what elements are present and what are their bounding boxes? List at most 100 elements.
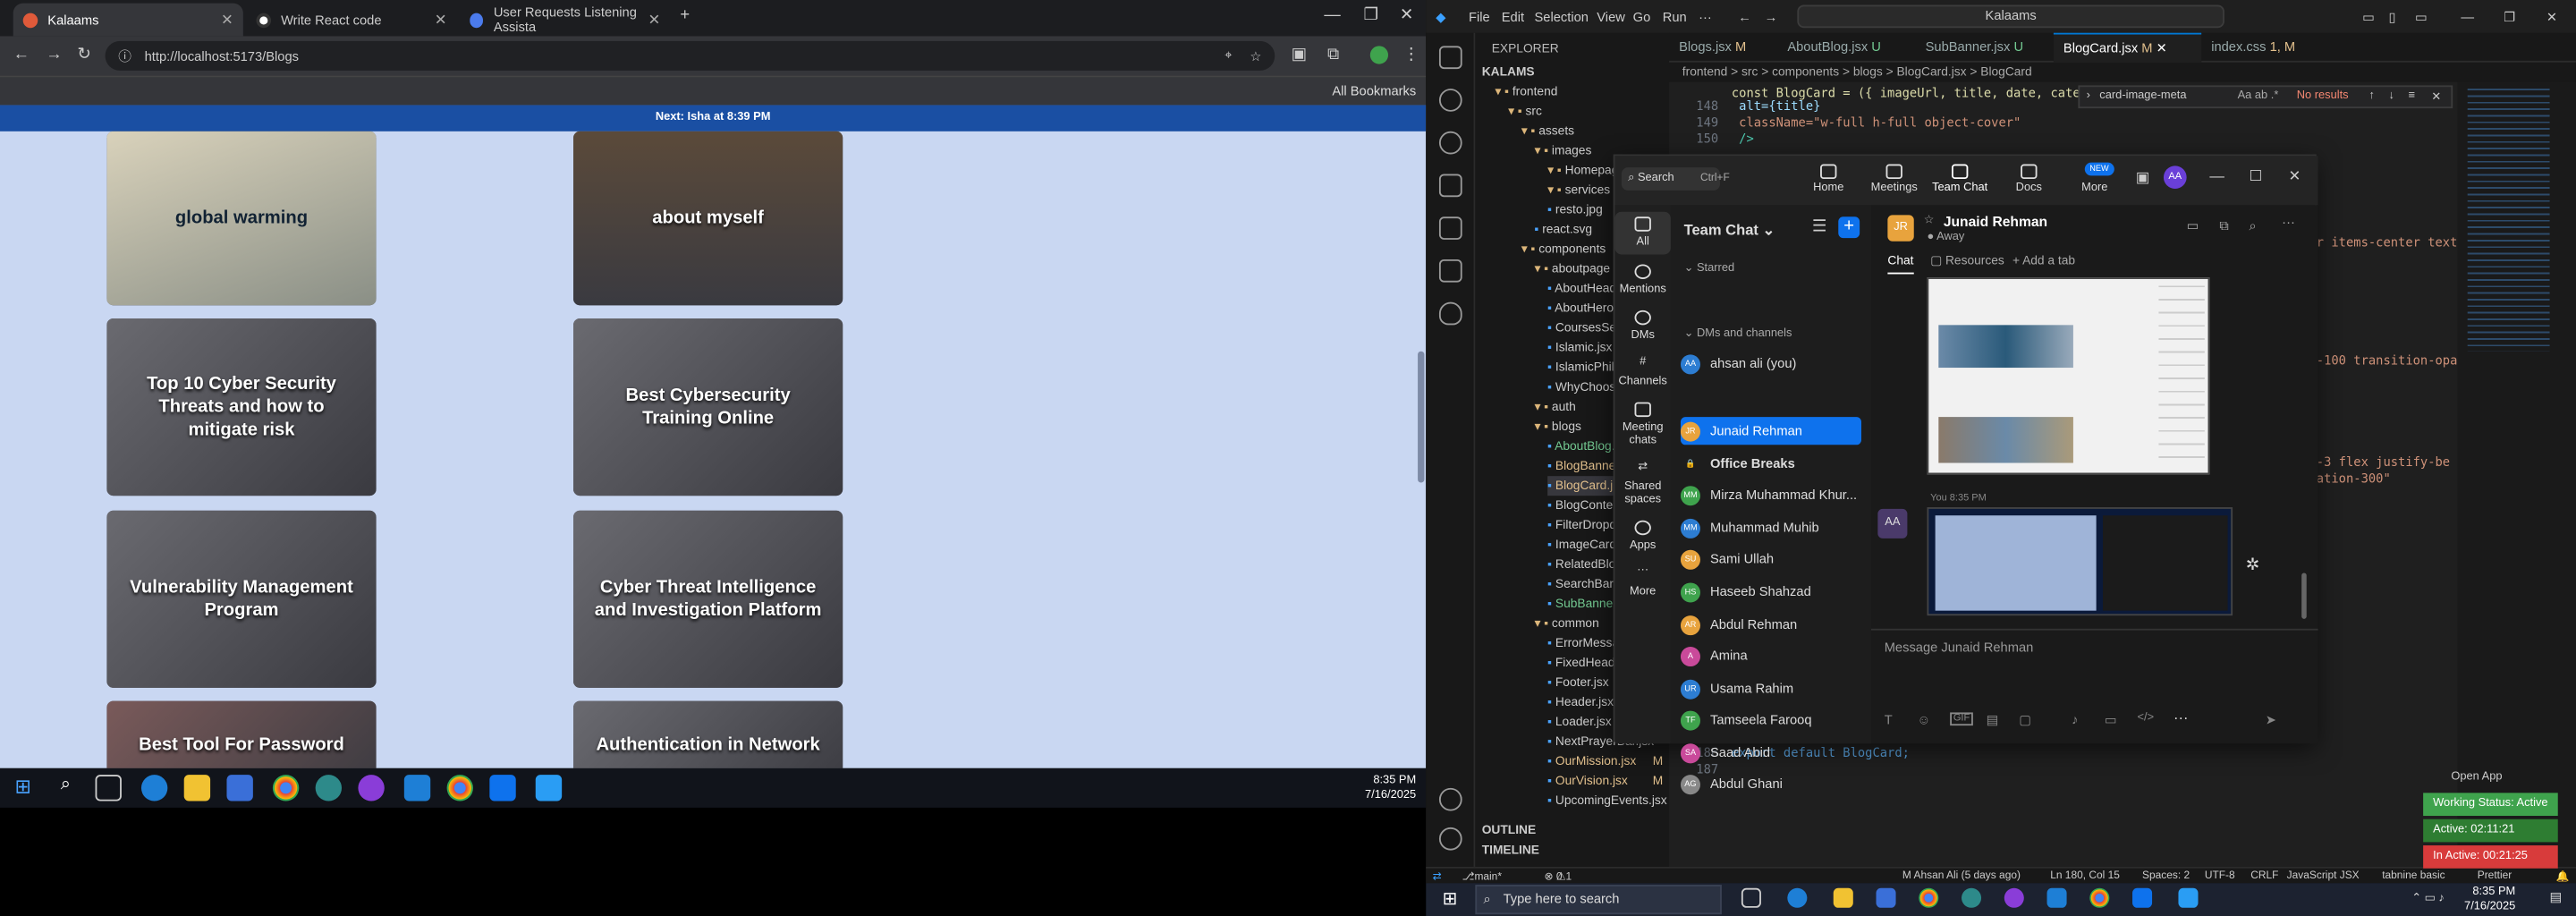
all-bookmarks-link[interactable]: All Bookmarks (1332, 84, 1416, 99)
new-tab-icon[interactable]: + (680, 6, 690, 24)
zoom-icon[interactable] (489, 775, 516, 802)
menu-icon[interactable]: ⋮ (1403, 46, 1419, 64)
contact-item[interactable]: UR Usama Rahim (1680, 674, 1861, 702)
rail-apps[interactable]: Apps (1614, 520, 1670, 554)
remote-icon[interactable] (1438, 259, 1462, 283)
minimize-icon[interactable]: — (1324, 6, 1340, 24)
editor-tab[interactable]: AboutBlog.jsx U (1777, 33, 1915, 63)
contact-item[interactable]: SU Sami Ullah (1680, 545, 1861, 572)
blog-card[interactable]: Best Cybersecurity Training Online (573, 318, 843, 496)
language-mode[interactable]: JavaScript JSX (2287, 870, 2360, 882)
site-info-icon[interactable]: ⓘ (118, 47, 131, 64)
chrome-icon[interactable] (2089, 887, 2110, 908)
file-tree-item[interactable]: ▾ ▪ frontend (1495, 82, 1669, 102)
open-app-link[interactable]: Open App (2451, 771, 2502, 783)
video-message-icon[interactable]: ▭ (2105, 712, 2117, 727)
command-center[interactable]: Kalaams (1797, 4, 2224, 29)
nav-team-chat[interactable]: Team Chat (1927, 164, 1992, 194)
app-icon[interactable] (1962, 887, 1982, 908)
store-icon[interactable] (1876, 887, 1896, 908)
filter-icon[interactable]: ☰ (1812, 218, 1826, 236)
store-icon[interactable] (226, 775, 253, 802)
close-icon[interactable]: ✕ (2431, 90, 2441, 104)
extension-icon[interactable]: ▣ (1292, 46, 1307, 64)
search-icon[interactable] (1438, 89, 1462, 112)
blog-card[interactable]: Top 10 Cyber Security Threats and how to… (106, 318, 377, 496)
github-icon[interactable] (358, 775, 385, 802)
new-chat-button[interactable]: + (1838, 216, 1860, 239)
nav-docs[interactable]: Docs (1996, 164, 2062, 194)
outline-section[interactable]: OUTLINE (1482, 821, 1536, 841)
menu-view[interactable]: View (1597, 10, 1625, 25)
menu-run[interactable]: Run (1663, 10, 1687, 25)
rail-meeting-chats[interactable]: Meeting chats (1614, 402, 1670, 448)
menu-go[interactable]: Go (1633, 10, 1651, 25)
blog-card[interactable]: Vulnerability Management Program (106, 510, 377, 688)
nav-home[interactable]: Home (1796, 164, 1861, 194)
star-icon[interactable]: ☆ (1924, 214, 1935, 226)
forward-icon[interactable]: → (1765, 10, 1778, 25)
contact-avatar[interactable]: JR (1887, 215, 1914, 242)
code-icon[interactable]: </> (2138, 712, 2155, 724)
panel-toggle-icon[interactable]: ▭ (2415, 10, 2428, 25)
blog-card[interactable]: Cyber Threat Intelligence and Investigat… (573, 510, 843, 688)
nav-meetings[interactable]: Meetings (1861, 164, 1927, 194)
back-icon[interactable]: ← (13, 46, 30, 64)
screen-share-icon[interactable]: ⧉ (2219, 218, 2229, 234)
file-icon[interactable]: ▤ (1987, 712, 1999, 727)
page-scrollbar[interactable] (1418, 351, 1425, 483)
selection-icon[interactable]: ≡ (2409, 90, 2416, 102)
minimize-icon[interactable]: — (2209, 167, 2224, 183)
rail-more[interactable]: ··· More (1614, 564, 1670, 599)
back-icon[interactable]: ← (1738, 10, 1751, 25)
task-view-icon[interactable] (1741, 887, 1761, 908)
close-window-icon[interactable]: ✕ (2546, 10, 2557, 25)
edge-icon[interactable] (1787, 887, 1808, 908)
more-options-icon[interactable]: ··· (2282, 215, 2295, 230)
close-icon[interactable]: ✕ (221, 11, 233, 29)
editor-tab[interactable]: SubBanner.jsx U (1916, 33, 2054, 63)
leaf-icon[interactable] (1438, 301, 1462, 326)
rail-channels[interactable]: # Channels (1614, 356, 1670, 389)
close-icon[interactable]: ✕ (648, 11, 660, 29)
file-tree-item[interactable]: ▪ UpcomingEvents.jsx (1547, 792, 1669, 811)
shared-screenshot-image[interactable] (1927, 277, 2210, 475)
tabnine-status[interactable]: tabnine basic (2382, 870, 2445, 882)
star-icon[interactable]: ☆ (1250, 48, 1261, 64)
contact-item[interactable]: MM Mirza Muhammad Khur... (1680, 481, 1861, 509)
close-window-icon[interactable]: ✕ (2289, 167, 2301, 185)
file-explorer-icon[interactable] (183, 775, 211, 802)
contact-item[interactable]: AG Abdul Ghani (1680, 770, 1861, 798)
files-icon[interactable] (1438, 46, 1462, 70)
blog-card[interactable]: Authentication in Network (573, 700, 843, 768)
tab-resources[interactable]: ▢ Resources (1930, 253, 2004, 268)
extensions-icon[interactable] (1438, 216, 1462, 240)
branch-status[interactable]: ⎇ main* (1462, 870, 1502, 883)
tray-icons[interactable]: ⌃ ▭ ♪ (2411, 891, 2445, 904)
rail-dms[interactable]: DMs (1614, 310, 1670, 344)
account-icon[interactable] (1438, 787, 1462, 811)
source-control-icon[interactable] (1438, 131, 1462, 155)
mic-icon[interactable]: ♪ (2072, 712, 2078, 727)
file-explorer-icon[interactable] (1833, 887, 1853, 908)
run-debug-icon[interactable] (1438, 174, 1462, 198)
maximize-icon[interactable]: ❐ (2504, 10, 2515, 25)
blog-card[interactable]: global warming (106, 131, 377, 306)
close-icon[interactable]: ✕ (2157, 41, 2167, 56)
layout-icon[interactable]: ▭ (2362, 10, 2375, 25)
windows-start-icon[interactable]: ⊞ (10, 775, 36, 801)
starred-header[interactable]: ⌄ Starred (1684, 261, 1735, 275)
screenshot-icon[interactable]: ▢ (2019, 712, 2031, 727)
chevron-right-icon[interactable]: › (2087, 90, 2090, 102)
contact-item[interactable]: HS Haseeb Shahzad (1680, 578, 1861, 606)
close-icon[interactable]: ✕ (435, 11, 447, 29)
contact-item[interactable]: AR Abdul Rehman (1680, 611, 1861, 639)
contact-item[interactable]: A Amina (1680, 642, 1861, 670)
contact-item[interactable]: JR Junaid Rehman (1680, 417, 1861, 445)
zoom-icon[interactable] (2132, 887, 2153, 908)
gear-icon[interactable] (1438, 827, 1462, 851)
eol[interactable]: CRLF (2250, 870, 2278, 882)
app-icon[interactable] (315, 775, 343, 802)
close-window-icon[interactable]: ✕ (1400, 6, 1413, 24)
minimize-icon[interactable]: — (2461, 10, 2474, 25)
